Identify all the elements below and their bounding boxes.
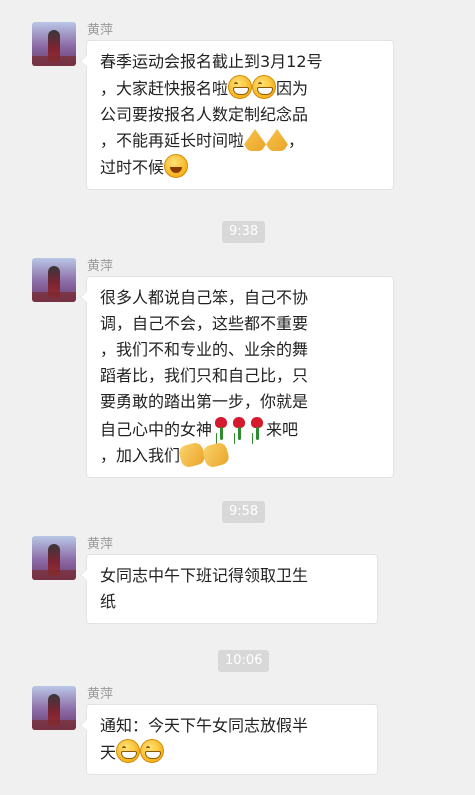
- message-text: ，加入我们: [100, 446, 181, 465]
- message-text: 来吧: [266, 420, 299, 439]
- message-text: 纸: [100, 592, 117, 611]
- message-line: 过时不候: [100, 154, 383, 181]
- message-line: 天: [100, 739, 367, 766]
- message-text: 女同志中午下班记得领取卫生: [100, 566, 309, 585]
- message-text: 调，自己不会，这些都不重要: [100, 314, 309, 333]
- laugh-cry-icon: [164, 154, 189, 178]
- clap-icon: [177, 441, 207, 469]
- message-text: 自己心中的女神: [100, 420, 213, 439]
- avatar[interactable]: [32, 536, 76, 580]
- pray-icon: [266, 129, 289, 151]
- message-bubble[interactable]: 通知：今天下午女同志放假半天: [80, 704, 378, 775]
- message-text: 因为: [276, 79, 309, 98]
- chat-window: 黄萍 春季运动会报名截止到3月12号 ，大家赶快报名啦 因为公司要按报名人数定制纪念…: [0, 0, 475, 795]
- message-bubble[interactable]: 春季运动会报名截止到3月12号 ，大家赶快报名啦 因为公司要按报名人数定制纪念品 ，不…: [80, 40, 394, 190]
- message-text: 通知：今天下午女同志放假半: [100, 716, 309, 735]
- message-text: ，我们不和专业的、业余的舞: [100, 340, 309, 359]
- message-line: ，不能再延长时间啦 ，: [100, 128, 383, 154]
- rose-icon: [230, 415, 248, 441]
- message-line: ，大家赶快报名啦 因为: [100, 75, 383, 102]
- message-text: 春季运动会报名截止到3月12号: [100, 52, 323, 71]
- timestamp: 9:38: [222, 221, 266, 243]
- grin-icon: [140, 739, 165, 763]
- message-line: 调，自己不会，这些都不重要: [100, 311, 383, 337]
- message-line: 很多人都说自己笨，自己不协: [100, 285, 383, 311]
- rose-icon: [212, 415, 230, 441]
- timestamp: 10:06: [218, 650, 270, 672]
- message-text: 公司要按报名人数定制纪念品: [100, 105, 309, 124]
- grin-icon: [228, 75, 253, 99]
- sender-name: 黄萍: [87, 537, 114, 552]
- message-text: ，不能再延长时间啦: [100, 131, 245, 150]
- rose-icon: [248, 415, 266, 441]
- message-line: ，我们不和专业的、业余的舞: [100, 337, 383, 363]
- sender-name: 黄萍: [87, 23, 114, 38]
- message-bubble[interactable]: 女同志中午下班记得领取卫生纸: [80, 554, 378, 624]
- message-line: 纸: [100, 589, 367, 615]
- message-line: 通知：今天下午女同志放假半: [100, 713, 367, 739]
- message-line: 蹈者比，我们只和自己比，只: [100, 363, 383, 389]
- message-line: 公司要按报名人数定制纪念品: [100, 102, 383, 128]
- message-line: 要勇敢的踏出第一步，你就是: [100, 389, 383, 415]
- grin-icon: [252, 75, 277, 99]
- message-text: 很多人都说自己笨，自己不协: [100, 288, 309, 307]
- clap-icon: [201, 441, 231, 469]
- message-text: ，大家赶快报名啦: [100, 79, 229, 98]
- sender-name: 黄萍: [87, 259, 114, 274]
- grin-icon: [116, 739, 141, 763]
- message-line: 春季运动会报名截止到3月12号: [100, 49, 383, 75]
- message-text: ，: [288, 131, 305, 150]
- avatar[interactable]: [32, 22, 76, 66]
- message-line: 女同志中午下班记得领取卫生: [100, 563, 367, 589]
- message-bubble[interactable]: 很多人都说自己笨，自己不协 调，自己不会，这些都不重要 ，我们不和专业的、业余的舞蹈…: [80, 276, 394, 478]
- avatar[interactable]: [32, 258, 76, 302]
- message-text: 天: [100, 743, 117, 762]
- avatar[interactable]: [32, 686, 76, 730]
- sender-name: 黄萍: [87, 687, 114, 702]
- pray-icon: [244, 129, 267, 151]
- timestamp: 9:58: [222, 501, 266, 523]
- message-text: 要勇敢的踏出第一步，你就是: [100, 392, 309, 411]
- message-text: 蹈者比，我们只和自己比，只: [100, 366, 309, 385]
- message-line: ，加入我们: [100, 441, 383, 469]
- message-line: 自己心中的女神 来吧: [100, 415, 383, 443]
- message-text: 过时不候: [100, 158, 165, 177]
